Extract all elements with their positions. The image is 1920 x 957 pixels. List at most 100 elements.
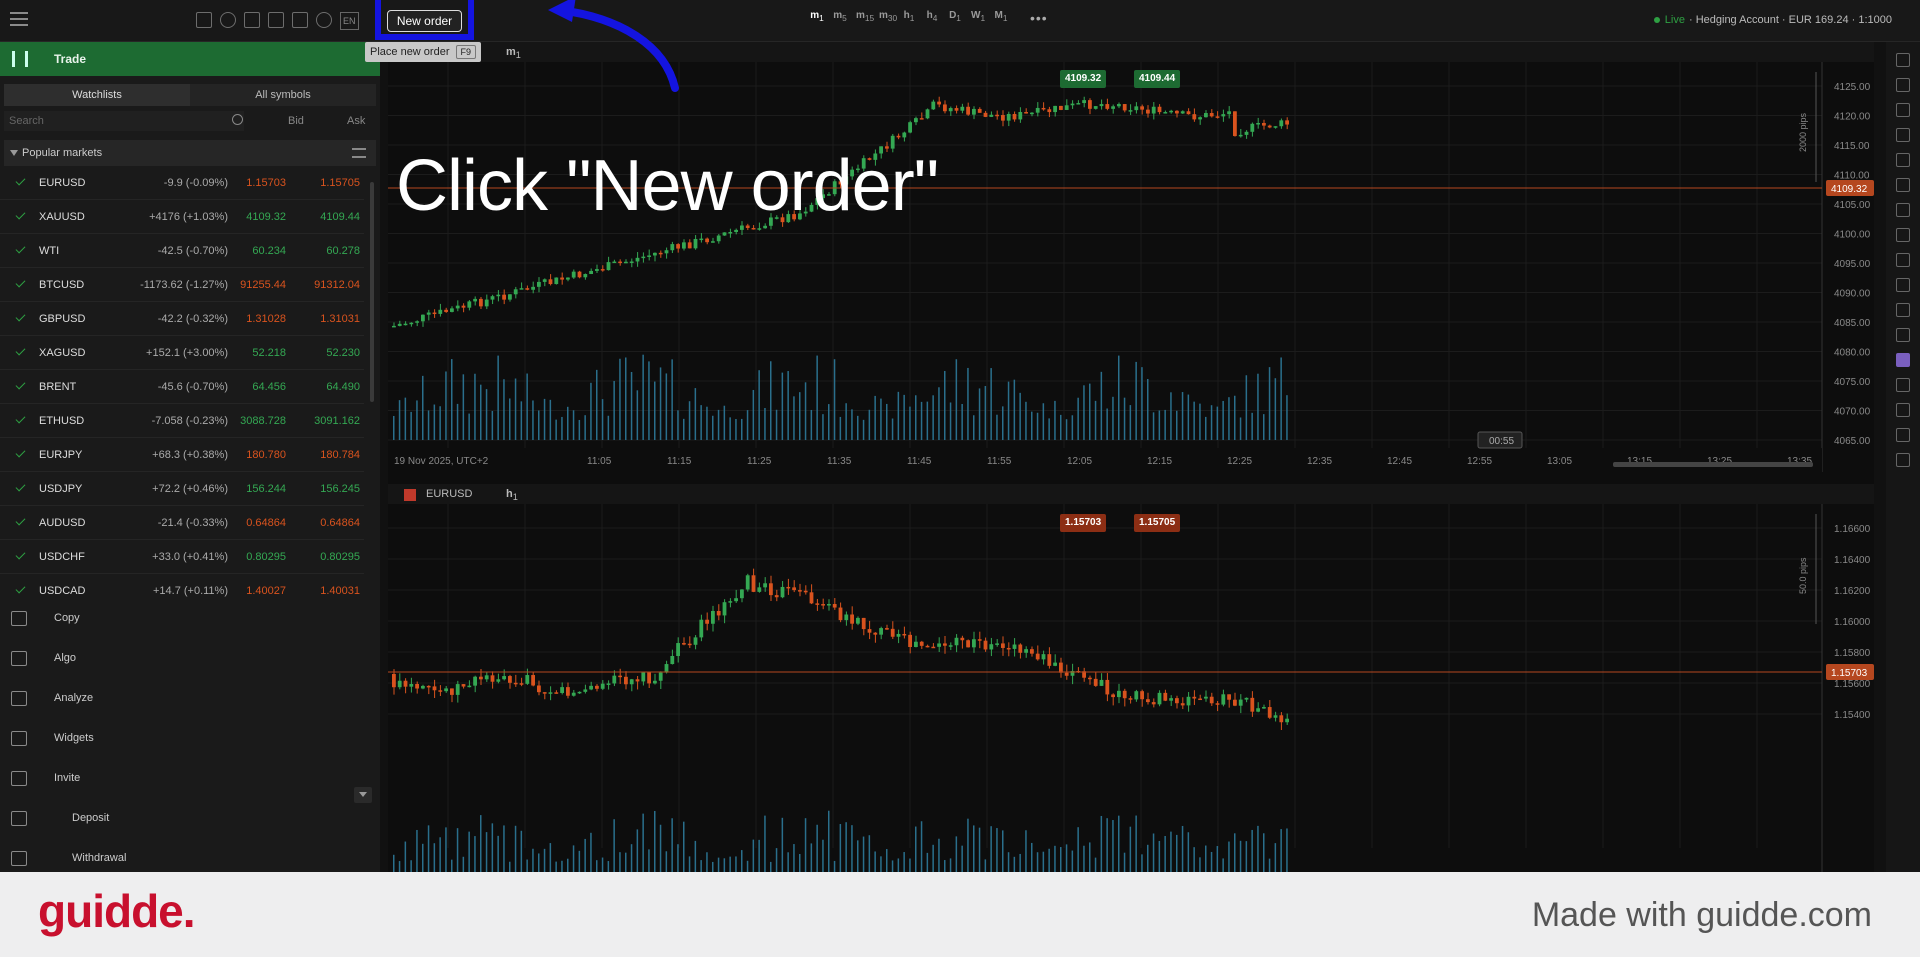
tf-m15[interactable]: m15 xyxy=(856,10,874,23)
cursor-icon[interactable] xyxy=(1896,53,1910,67)
ask-price[interactable]: 52.230 xyxy=(326,347,360,359)
bottom-sell-price[interactable]: 1.15703 xyxy=(1060,514,1107,532)
marker-icon[interactable] xyxy=(1896,228,1910,242)
market-row[interactable]: XAGUSD +152.1 (+3.00%) 52.218 52.230 xyxy=(0,336,364,370)
bid-price[interactable]: 0.80295 xyxy=(246,551,286,563)
bottom-chart-symbol[interactable]: EURUSD xyxy=(426,488,472,500)
nav-invite[interactable]: Invite xyxy=(0,759,380,799)
bid-price[interactable]: 0.64864 xyxy=(246,517,286,529)
ask-price[interactable]: 64.490 xyxy=(326,381,360,393)
market-row[interactable]: BRENT -45.6 (-0.70%) 64.456 64.490 xyxy=(0,370,364,404)
fullscreen-icon[interactable] xyxy=(268,12,284,28)
account-info[interactable]: Live · Hedging Account · EUR 169.24 · 1:1… xyxy=(1653,14,1892,26)
candle xyxy=(693,637,698,645)
arrow-up-icon[interactable] xyxy=(1896,303,1910,317)
tf-m1[interactable]: m1 xyxy=(810,10,824,23)
market-row[interactable]: EURJPY +68.3 (+0.38%) 180.780 180.784 xyxy=(0,438,364,472)
camera-icon[interactable] xyxy=(244,12,260,28)
tf-w1[interactable]: W1 xyxy=(971,10,985,23)
ask-price[interactable]: 1.15705 xyxy=(320,177,360,189)
market-row[interactable]: USDCHF +33.0 (+0.41%) 0.80295 0.80295 xyxy=(0,540,364,574)
menu-icon[interactable] xyxy=(10,12,28,26)
cross-plus-icon[interactable] xyxy=(1896,128,1910,142)
market-row[interactable]: AUDUSD -21.4 (-0.33%) 0.64864 0.64864 xyxy=(0,506,364,540)
more-icon[interactable]: ••• xyxy=(1030,10,1048,26)
bid-price[interactable]: 180.780 xyxy=(246,449,286,461)
nav-analyze[interactable]: Analyze xyxy=(0,679,380,719)
bid-price[interactable]: 60.234 xyxy=(252,245,286,257)
market-row[interactable]: BTCUSD -1173.62 (-1.27%) 91255.44 91312.04 xyxy=(0,268,364,302)
bid-price[interactable]: 1.40027 xyxy=(246,585,286,597)
text-icon[interactable] xyxy=(1896,328,1910,342)
market-row[interactable]: ETHUSD -7.058 (-0.23%) 3088.728 3091.162 xyxy=(0,404,364,438)
market-row[interactable]: XAUUSD +4176 (+1.03%) 4109.32 4109.44 xyxy=(0,200,364,234)
tf-h4[interactable]: h4 xyxy=(925,10,939,23)
ask-price[interactable]: 60.278 xyxy=(326,245,360,257)
top-buy-price[interactable]: 4109.44 xyxy=(1134,70,1181,88)
layers-icon[interactable] xyxy=(1896,453,1910,467)
ask-price[interactable]: 91312.04 xyxy=(314,279,360,291)
nav-copy[interactable]: Copy xyxy=(0,599,380,639)
alert-icon[interactable] xyxy=(1896,428,1910,442)
list-menu-icon[interactable] xyxy=(352,148,366,158)
cross-icon[interactable] xyxy=(1896,103,1910,117)
market-list-scrollbar[interactable] xyxy=(370,182,374,402)
sound-icon[interactable] xyxy=(316,12,332,28)
market-row[interactable]: WTI -42.5 (-0.70%) 60.234 60.278 xyxy=(0,234,364,268)
bid-price[interactable]: 91255.44 xyxy=(240,279,286,291)
bid-price[interactable]: 64.456 xyxy=(252,381,286,393)
market-row[interactable]: GBPUSD -42.2 (-0.32%) 1.31028 1.31031 xyxy=(0,302,364,336)
color-picker-icon[interactable] xyxy=(1896,353,1910,367)
bid-price[interactable]: 52.218 xyxy=(252,347,286,359)
trade-header[interactable]: Trade xyxy=(0,42,380,76)
nav-widgets[interactable]: Widgets xyxy=(0,719,380,759)
search-icon[interactable] xyxy=(232,114,243,125)
shape-icon[interactable] xyxy=(1896,278,1910,292)
tf-m30[interactable]: m30 xyxy=(879,10,897,23)
ask-price[interactable]: 180.784 xyxy=(320,449,360,461)
bid-price[interactable]: 1.31028 xyxy=(246,313,286,325)
tab-all-symbols[interactable]: All symbols xyxy=(190,84,376,106)
people-icon[interactable] xyxy=(220,12,236,28)
search-input[interactable] xyxy=(4,111,244,131)
language-selector[interactable]: EN xyxy=(340,12,359,30)
horizontal-scrollbar[interactable] xyxy=(1613,462,1813,467)
ask-price[interactable]: 1.40031 xyxy=(320,585,360,597)
tf-h1[interactable]: h1 xyxy=(902,10,916,23)
market-row[interactable]: USDJPY +72.2 (+0.46%) 156.244 156.245 xyxy=(0,472,364,506)
screenshot-icon[interactable] xyxy=(1896,403,1910,417)
ask-price[interactable]: 3091.162 xyxy=(314,415,360,427)
bottom-chart-timeframe[interactable]: h1 xyxy=(506,488,518,502)
bottom-buy-price[interactable]: 1.15705 xyxy=(1134,514,1181,532)
market-row[interactable]: USDCAD +14.7 (+0.11%) 1.40027 1.40031 xyxy=(0,574,364,600)
popular-markets-header[interactable]: Popular markets xyxy=(4,140,376,166)
tab-watchlists[interactable]: Watchlists xyxy=(4,84,190,106)
tf-d1[interactable]: D1 xyxy=(948,10,962,23)
ask-price[interactable]: 156.245 xyxy=(320,483,360,495)
ask-price[interactable]: 4109.44 xyxy=(320,211,360,223)
tf-m5[interactable]: m5 xyxy=(833,10,847,23)
pencil-icon[interactable] xyxy=(1896,203,1910,217)
bottom-chart[interactable]: 1.16600 1.16400 1.16200 1.16000 1.15800 1.156… xyxy=(388,504,1874,872)
ask-price[interactable]: 0.64864 xyxy=(320,517,360,529)
crosshair-icon[interactable] xyxy=(1896,78,1910,92)
bid-price[interactable]: 3088.728 xyxy=(240,415,286,427)
market-row[interactable]: EURUSD -9.9 (-0.09%) 1.15703 1.15705 xyxy=(0,166,364,200)
settings-icon[interactable] xyxy=(1896,378,1910,392)
collapse-icon[interactable] xyxy=(354,787,372,803)
brush-icon[interactable] xyxy=(1896,178,1910,192)
bid-price[interactable]: 156.244 xyxy=(246,483,286,495)
nav-algo[interactable]: Algo xyxy=(0,639,380,679)
top-sell-price[interactable]: 4109.32 xyxy=(1060,70,1107,88)
fibonacci-icon[interactable] xyxy=(1896,253,1910,267)
bid-price[interactable]: 1.15703 xyxy=(246,177,286,189)
trendline-icon[interactable] xyxy=(1896,153,1910,167)
tf-mn1[interactable]: M1 xyxy=(994,10,1008,23)
bid-price[interactable]: 4109.32 xyxy=(246,211,286,223)
mail-icon[interactable] xyxy=(196,12,212,28)
ask-price[interactable]: 1.31031 xyxy=(320,313,360,325)
copy-icon[interactable] xyxy=(292,12,308,28)
nav-deposit[interactable]: Deposit xyxy=(0,799,380,839)
ask-price[interactable]: 0.80295 xyxy=(320,551,360,563)
top-chart[interactable]: 4125.00 4120.00 4115.00 4110.00 4105.00 4100.… xyxy=(388,62,1874,472)
